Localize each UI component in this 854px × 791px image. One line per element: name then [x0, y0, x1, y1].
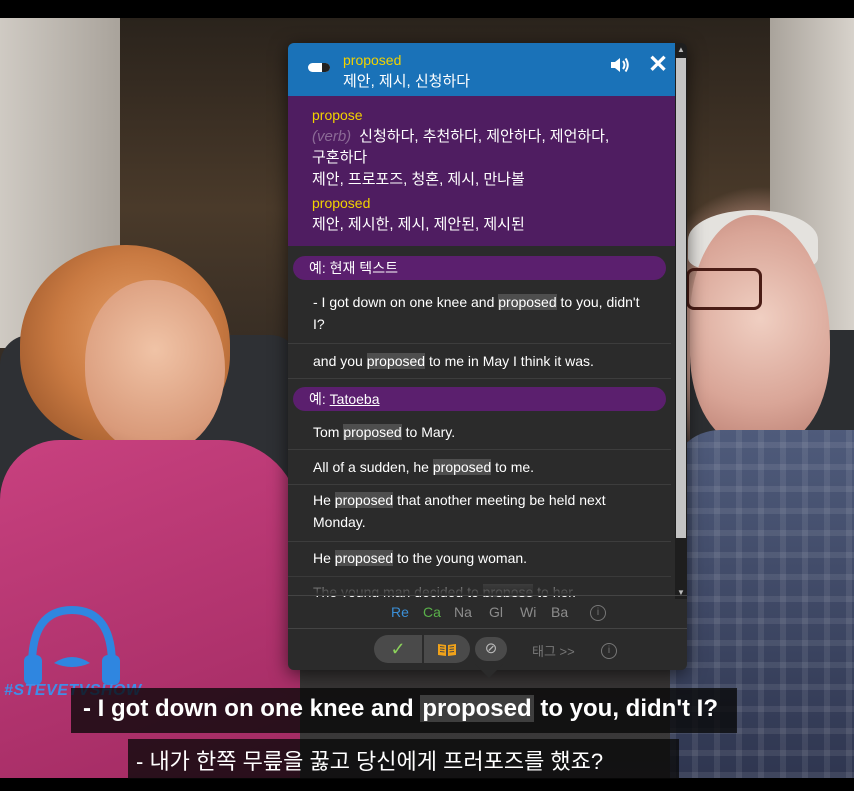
example-row[interactable]: All of a sudden, he proposed to me. [288, 450, 671, 485]
popup-scrollbar[interactable]: ▲ ▼ [675, 43, 687, 599]
example-text: Tom [313, 424, 344, 440]
info-icon[interactable]: i [590, 605, 606, 621]
info-icon[interactable]: i [601, 643, 617, 659]
popup-pointer [475, 664, 503, 678]
scroll-fade [288, 573, 675, 595]
section-label: 예: 현재 텍스트 [309, 260, 398, 276]
subtitle-selected-word[interactable]: proposed [420, 695, 534, 722]
woman-face [85, 280, 225, 455]
subtitle-korean: - 내가 한쪽 무릎을 꿇고 당신에게 프러포즈를 했죠? [128, 739, 679, 779]
example-row[interactable]: Tom proposed to Mary. [288, 415, 671, 450]
definition-meanings: (verb) 신청하다, 추천하다, 제안하다, 제언하다, 구혼하다 [312, 126, 612, 168]
example-text: to me in May I think it was. [425, 353, 594, 369]
section-label: 예: [309, 391, 330, 407]
subtitle-english[interactable]: - I got down on one knee and proposed to… [71, 688, 737, 733]
example-highlight: proposed [343, 424, 402, 440]
dictionary-definitions: propose (verb) 신청하다, 추천하다, 제안하다, 제언하다, 구혼… [288, 96, 675, 246]
section-current-text: 예: 현재 텍스트 [293, 256, 666, 280]
example-highlight: proposed [334, 492, 394, 508]
header-word: proposed [343, 52, 402, 68]
toggle-switch[interactable] [308, 63, 330, 72]
definition-word: proposed [312, 195, 371, 211]
subtitle-text: - I got down on one knee and [83, 695, 421, 722]
definition-text: 신청하다, 추천하다, 제안하다, 제언하다, 구혼하다 [312, 128, 610, 166]
definition-meanings: 제안, 제시한, 제시, 제안된, 제시된 [312, 216, 525, 233]
source-bar: Re Ca Na Gl Wi Ba i [288, 595, 687, 629]
tatoeba-link[interactable]: Tatoeba [330, 391, 380, 407]
open-book-icon [438, 644, 456, 656]
header-translation: 제안, 제시, 신청하다 [343, 73, 471, 90]
subtitle-text: - 내가 한쪽 무릎을 꿇고 당신에게 프러포즈를 했죠? [136, 749, 604, 774]
example-text: to Mary. [401, 424, 456, 440]
close-icon[interactable]: ✕ [648, 50, 668, 79]
example-text: and you [313, 353, 367, 369]
source-cambridge[interactable]: Ca [423, 604, 441, 620]
example-highlight: proposed [334, 550, 394, 566]
section-tatoeba: 예: Tatoeba [293, 387, 666, 411]
example-text: to the young woman. [393, 550, 528, 566]
speaker-icon[interactable] [608, 53, 632, 77]
example-row[interactable]: He proposed that another meeting be held… [288, 485, 671, 542]
example-text: - I got down on one knee and [313, 294, 499, 310]
source-glosbe[interactable]: Gl [489, 604, 503, 620]
source-naver[interactable]: Na [454, 604, 472, 620]
example-text: He [313, 550, 335, 566]
example-row[interactable]: - I got down on one knee and proposed to… [288, 289, 671, 344]
example-text: to me. [491, 459, 535, 475]
example-highlight: proposed [366, 353, 426, 369]
source-reverso[interactable]: Re [391, 604, 409, 620]
example-highlight: proposed [498, 294, 557, 310]
part-of-speech: (verb) [312, 128, 352, 145]
man-glasses [686, 268, 762, 310]
source-babla[interactable]: Ba [551, 604, 568, 620]
source-wiktionary[interactable]: Wi [520, 604, 536, 620]
example-text: He [313, 492, 335, 508]
example-row[interactable]: and you proposed to me in May I think it… [288, 344, 671, 379]
subtitle-text: to you, didn't I? [533, 695, 719, 722]
ban-icon[interactable]: ⊘ [475, 637, 507, 661]
tag-button[interactable]: 태그 >> [532, 641, 575, 660]
definition-more: 제안, 프로포즈, 청혼, 제시, 만나볼 [312, 171, 525, 188]
example-highlight: proposed [432, 459, 492, 475]
check-icon[interactable]: ✓ [374, 635, 422, 663]
popup-header: proposed 제안, 제시, 신청하다 ✕ [288, 43, 675, 96]
dictionary-popup[interactable]: proposed 제안, 제시, 신청하다 ✕ ▲ ▼ propose (ver… [288, 43, 687, 670]
example-row[interactable]: He proposed to the young woman. [288, 542, 671, 577]
example-text: All of a sudden, he [313, 459, 433, 475]
scroll-up-arrow-icon[interactable]: ▲ [675, 45, 687, 54]
scroll-thumb[interactable] [676, 58, 686, 538]
definition-word: propose [312, 107, 363, 123]
book-icon[interactable] [424, 635, 470, 663]
